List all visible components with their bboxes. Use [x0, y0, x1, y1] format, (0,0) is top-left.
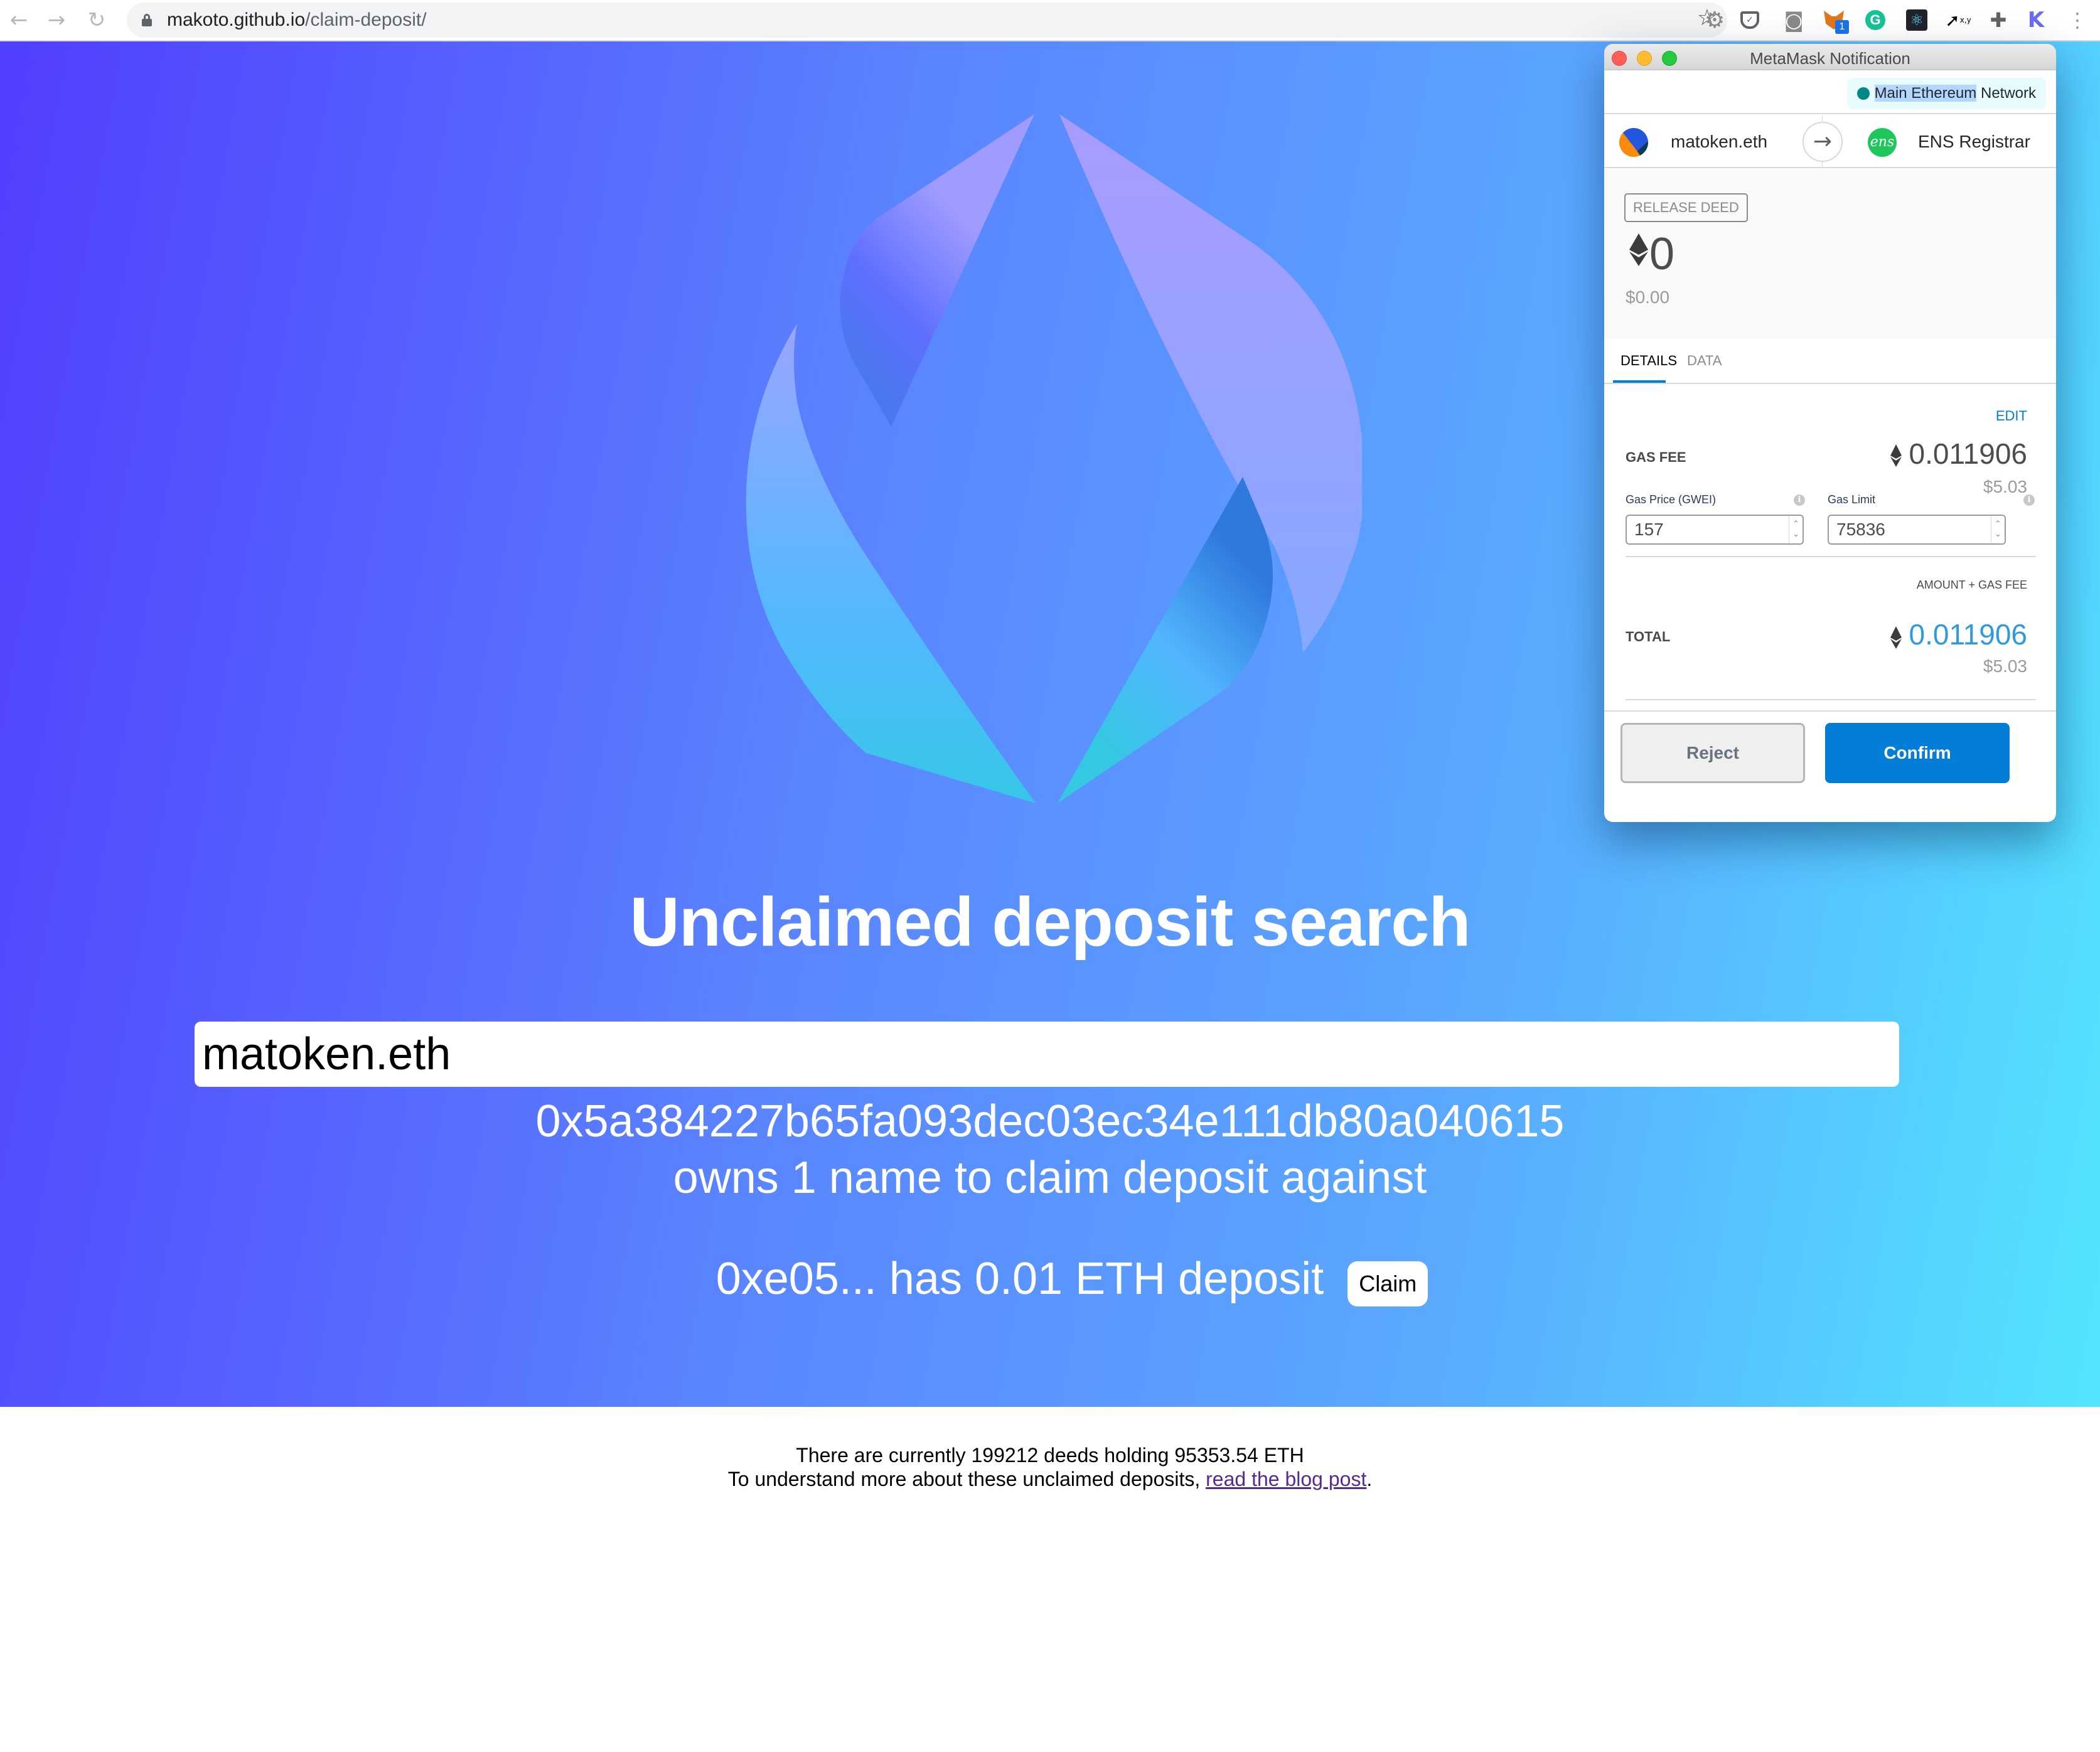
method-badge: RELEASE DEED	[1624, 193, 1748, 222]
info-icon[interactable]: i	[1794, 494, 1805, 506]
gas-limit-label: Gas Limit	[1828, 493, 1876, 506]
network-indicator[interactable]: Main Ethereum Network	[1846, 78, 2046, 109]
gas-price-stepper[interactable]: ⌃ ⌄	[1789, 516, 1803, 543]
window-titlebar[interactable]: MetaMask Notification	[1604, 44, 2056, 70]
deposit-text: 0xe05... has 0.01 ETH deposit	[715, 1254, 1324, 1304]
gas-price-input[interactable]	[1627, 516, 1789, 543]
divider	[1626, 699, 2036, 700]
gas-limit-stepper[interactable]: ⌃ ⌄	[1991, 516, 2005, 543]
chevron-up-icon: ⌃	[1792, 520, 1799, 529]
back-button[interactable]: ←	[5, 6, 33, 34]
forward-button[interactable]: →	[43, 6, 70, 34]
camera-icon[interactable]: ◙	[1781, 8, 1806, 33]
blog-post-link[interactable]: read the blog post	[1206, 1468, 1366, 1490]
recipient-name: ENS Registrar	[1918, 132, 2030, 151]
url-text[interactable]: makoto.github.io/claim-deposit/	[167, 9, 427, 31]
browser-menu-icon[interactable]: ⋮	[2065, 8, 2090, 33]
gas-limit-field: ⌃⌄	[1828, 515, 2006, 545]
browser-toolbar: ← → ↻ makoto.github.io/claim-deposit/ ☆ …	[0, 0, 2100, 41]
logo-leaf-top-left	[840, 114, 1034, 427]
page-title: Unclaimed deposit search	[629, 884, 1471, 961]
owner-address: 0x5a384227b65fa093dec03ec34e111db80a0406…	[535, 1096, 1565, 1146]
claim-button[interactable]: Claim	[1347, 1261, 1428, 1306]
edit-gas-link[interactable]: EDIT	[1996, 408, 2027, 424]
transaction-amount-fiat: $0.00	[1626, 287, 1670, 307]
extensions-puzzle-icon[interactable]: ✚	[1986, 8, 2011, 33]
metamask-notification-window: MetaMask Notification Main Ethereum Netw…	[1604, 44, 2056, 822]
pocket-icon[interactable]: ✓	[1737, 8, 1762, 33]
sender-name: matoken.eth	[1671, 132, 1768, 151]
chevron-down-icon: ⌄	[1995, 530, 2001, 539]
network-bar: Main Ethereum Network	[1604, 70, 2056, 114]
tab-details[interactable]: DETAILS	[1621, 353, 1677, 369]
ens-logo-icon	[746, 114, 1362, 803]
arrow-right-icon: →	[1803, 122, 1843, 162]
info-icon[interactable]: i	[2023, 494, 2035, 506]
gas-fee-fiat: $5.03	[1983, 477, 2027, 496]
react-devtools-icon[interactable]: ⚛	[1904, 8, 1929, 33]
amount-plus-gas-label: AMOUNT + GAS FEE	[1916, 579, 2027, 591]
owns-names-text: owns 1 name to claim deposit against	[673, 1153, 1427, 1203]
ethereum-icon	[1629, 233, 1648, 266]
divider	[1604, 710, 2056, 712]
page-footer: There are currently 199212 deeds holding…	[0, 1443, 2100, 1491]
ethereum-icon	[1890, 626, 1902, 649]
transaction-amount: 0	[1649, 229, 1675, 279]
cursor-xy-icon[interactable]: ➚ x,y	[1945, 8, 1971, 33]
grammarly-icon[interactable]: G	[1863, 8, 1888, 33]
divider	[1626, 556, 2036, 557]
total-eth: 0.011906	[1909, 618, 2027, 651]
network-label: Main Ethereum Network	[1874, 85, 2036, 102]
k-extension-icon[interactable]: K	[2023, 8, 2049, 33]
deposit-row: 0xe05... has 0.01 ETH deposit Claim	[0, 1251, 2100, 1306]
gas-fee-label: GAS FEE	[1626, 449, 1686, 465]
total-label: TOTAL	[1626, 629, 1671, 644]
sender-identicon-icon	[1619, 128, 1648, 157]
reject-button[interactable]: Reject	[1621, 723, 1805, 783]
total-fiat: $5.03	[1983, 656, 2027, 676]
confirm-button[interactable]: Confirm	[1825, 723, 2010, 783]
gas-price-field: ⌃⌄	[1626, 515, 1804, 545]
notification-badge: 1	[1835, 20, 1849, 34]
transaction-parties: matoken.eth → ens ENS Registrar	[1604, 115, 2056, 168]
ethereum-icon	[1890, 444, 1902, 467]
name-search-input[interactable]	[195, 1022, 1899, 1087]
metamask-fox-icon[interactable]: 1	[1821, 8, 1849, 34]
window-title: MetaMask Notification	[1750, 49, 1910, 68]
gas-limit-input[interactable]	[1829, 516, 1991, 543]
tab-data[interactable]: DATA	[1687, 353, 1722, 369]
settings-gear-icon[interactable]: ⚙	[1702, 8, 1727, 33]
logo-leaf-bottom-right	[1058, 477, 1273, 803]
chevron-up-icon: ⌃	[1995, 520, 2001, 529]
chevron-down-icon: ⌄	[1792, 530, 1799, 539]
lock-icon	[142, 14, 152, 26]
gas-price-label: Gas Price (GWEI)	[1626, 493, 1717, 506]
ens-logo-avatar-icon: ens	[1868, 128, 1897, 157]
gas-fee-eth: 0.011906	[1909, 437, 2027, 470]
blog-info-text: To understand more about these unclaimed…	[727, 1468, 1373, 1490]
tab-bar: DETAILS DATA	[1604, 339, 2056, 384]
network-status-dot-icon	[1856, 87, 1870, 100]
transaction-summary: RELEASE DEED 0 $0.00	[1604, 169, 2056, 339]
address-bar[interactable]: makoto.github.io/claim-deposit/ ☆	[127, 3, 1727, 38]
deed-stats-text: There are currently 199212 deeds holding…	[796, 1444, 1304, 1466]
active-tab-indicator	[1613, 380, 1666, 383]
reload-button[interactable]: ↻	[83, 6, 110, 34]
